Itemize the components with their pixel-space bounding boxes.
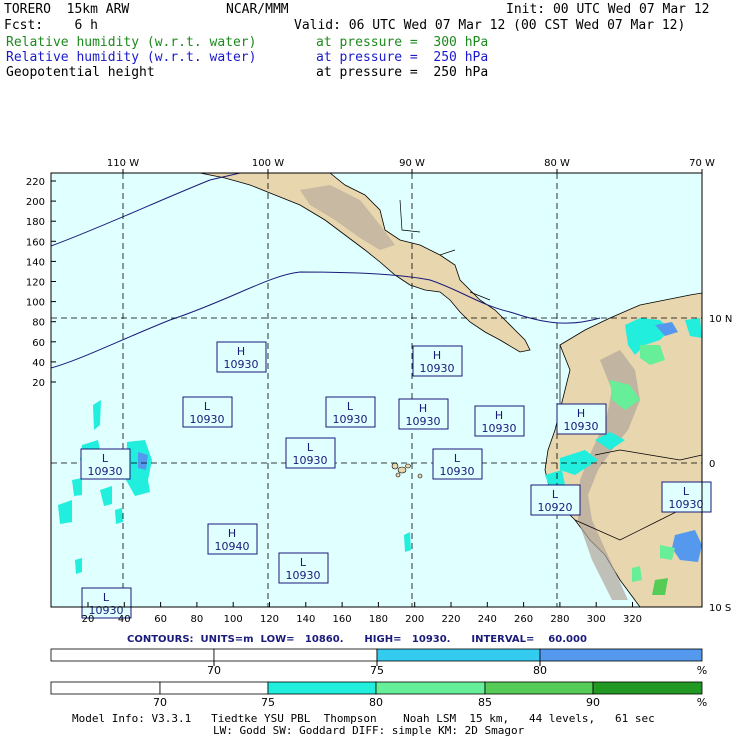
- contours-info: CONTOURS: UNITS=m LOW= 10860. HIGH= 1093…: [127, 634, 587, 645]
- y-tick-label: 60: [32, 338, 45, 349]
- colorbar1-unit: %: [697, 664, 707, 677]
- marker-value: 10930: [190, 413, 225, 426]
- x-tick-label: 120: [260, 614, 279, 625]
- colorbar2-label-90: 90: [586, 696, 600, 709]
- colorbar2-label-75: 75: [261, 696, 275, 709]
- colorbar1-label-80: 80: [533, 664, 547, 677]
- marker-type: H: [228, 527, 236, 540]
- marker-value: 10930: [669, 498, 704, 511]
- marker-type: L: [300, 556, 307, 569]
- x-tick-label: 160: [333, 614, 352, 625]
- y-tick-label: 20: [32, 378, 45, 389]
- marker-value: 10930: [482, 422, 517, 435]
- contours-interval: INTERVAL= 60.000: [471, 634, 587, 645]
- x-tick-label: 80: [191, 614, 204, 625]
- marker-value: 10930: [224, 358, 259, 371]
- x-tick-label: 40: [118, 614, 131, 625]
- lon-label: 90 W: [399, 158, 425, 169]
- marker-value: 10930: [293, 454, 328, 467]
- x-tick-label: 60: [154, 614, 167, 625]
- marker-value: 10930: [286, 569, 321, 582]
- x-tick-label: 220: [441, 614, 460, 625]
- high-marker: H10930: [412, 345, 463, 377]
- low-marker: L10920: [530, 484, 581, 516]
- y-tick-label: 200: [26, 197, 45, 208]
- low-marker: L10930: [182, 396, 233, 428]
- low-marker: L10930: [325, 396, 376, 428]
- x-tick-label: 140: [296, 614, 315, 625]
- lon-label: 70 W: [689, 158, 715, 169]
- low-marker: L10930: [661, 481, 712, 513]
- x-tick-label: 260: [514, 614, 533, 625]
- x-tick-label: 240: [478, 614, 497, 625]
- marker-value: 10930: [440, 465, 475, 478]
- x-tick-label: 20: [82, 614, 95, 625]
- marker-type: H: [495, 409, 503, 422]
- lon-label: 80 W: [544, 158, 570, 169]
- lat-label: 0: [709, 459, 715, 470]
- low-marker: L10930: [80, 448, 131, 480]
- contours-low: LOW= 10860.: [260, 634, 344, 645]
- marker-type: L: [454, 452, 461, 465]
- marker-type: H: [577, 407, 585, 420]
- y-tick-label: 80: [32, 318, 45, 329]
- lon-label: 110 W: [107, 158, 139, 169]
- marker-value: 10930: [88, 465, 123, 478]
- high-marker: H10930: [216, 341, 267, 373]
- marker-type: L: [204, 400, 211, 413]
- low-marker: L10930: [285, 437, 336, 469]
- contours-units: UNITS=m: [200, 634, 254, 645]
- colorbar2-label-70: 70: [153, 696, 167, 709]
- colorbar2-label-80: 80: [369, 696, 383, 709]
- marker-value: 10920: [538, 501, 573, 514]
- marker-type: L: [102, 452, 109, 465]
- marker-value: 10930: [564, 420, 599, 433]
- y-tick-label: 100: [26, 298, 45, 309]
- contours-high: HIGH= 10930.: [364, 634, 451, 645]
- x-tick-label: 300: [587, 614, 606, 625]
- colorbar1-label-75: 75: [370, 664, 384, 677]
- high-marker: H10930: [474, 405, 525, 437]
- y-tick-label: 180: [26, 217, 45, 228]
- high-marker: H10940: [207, 523, 258, 555]
- x-tick-label: 180: [369, 614, 388, 625]
- marker-type: H: [237, 345, 245, 358]
- x-tick-label: 100: [224, 614, 243, 625]
- x-tick-label: 200: [405, 614, 424, 625]
- marker-value: 10940: [215, 540, 250, 553]
- x-tick-label: 320: [623, 614, 642, 625]
- marker-type: L: [552, 488, 559, 501]
- colorbar1-label-70: 70: [207, 664, 221, 677]
- low-marker: L10930: [432, 448, 483, 480]
- y-tick-label: 40: [32, 358, 45, 369]
- marker-type: L: [683, 485, 690, 498]
- marker-type: H: [419, 402, 427, 415]
- marker-type: H: [433, 349, 441, 362]
- high-marker: H10930: [398, 398, 449, 430]
- low-marker: L10930: [278, 552, 329, 584]
- marker-value: 10930: [333, 413, 368, 426]
- high-marker: H10930: [556, 403, 607, 435]
- marker-value: 10930: [406, 415, 441, 428]
- colorbar-300hpa: 70 75 80 85 90 %: [50, 681, 707, 709]
- colorbar2-unit: %: [697, 696, 707, 709]
- marker-type: L: [347, 400, 354, 413]
- marker-value: 10930: [420, 362, 455, 375]
- contours-label: CONTOURS:: [127, 634, 194, 645]
- y-tick-label: 140: [26, 257, 45, 268]
- y-tick-label: 220: [26, 177, 45, 188]
- y-tick-label: 160: [26, 237, 45, 248]
- weather-map: H10930H10930L10930L10930H10930 H10930H109…: [26, 158, 732, 709]
- x-tick-label: 280: [550, 614, 569, 625]
- colorbar-250hpa: 70 75 80 %: [50, 648, 707, 677]
- lon-label: 100 W: [252, 158, 284, 169]
- colorbar2-label-85: 85: [478, 696, 492, 709]
- y-tick-label: 120: [26, 278, 45, 289]
- marker-type: L: [307, 441, 314, 454]
- lat-label: 10 N: [709, 314, 732, 325]
- model-info-line2: LW: Godd SW: Goddard DIFF: simple KM: 2D…: [213, 724, 525, 737]
- marker-type: L: [103, 591, 110, 604]
- lat-label: 10 S: [709, 603, 731, 614]
